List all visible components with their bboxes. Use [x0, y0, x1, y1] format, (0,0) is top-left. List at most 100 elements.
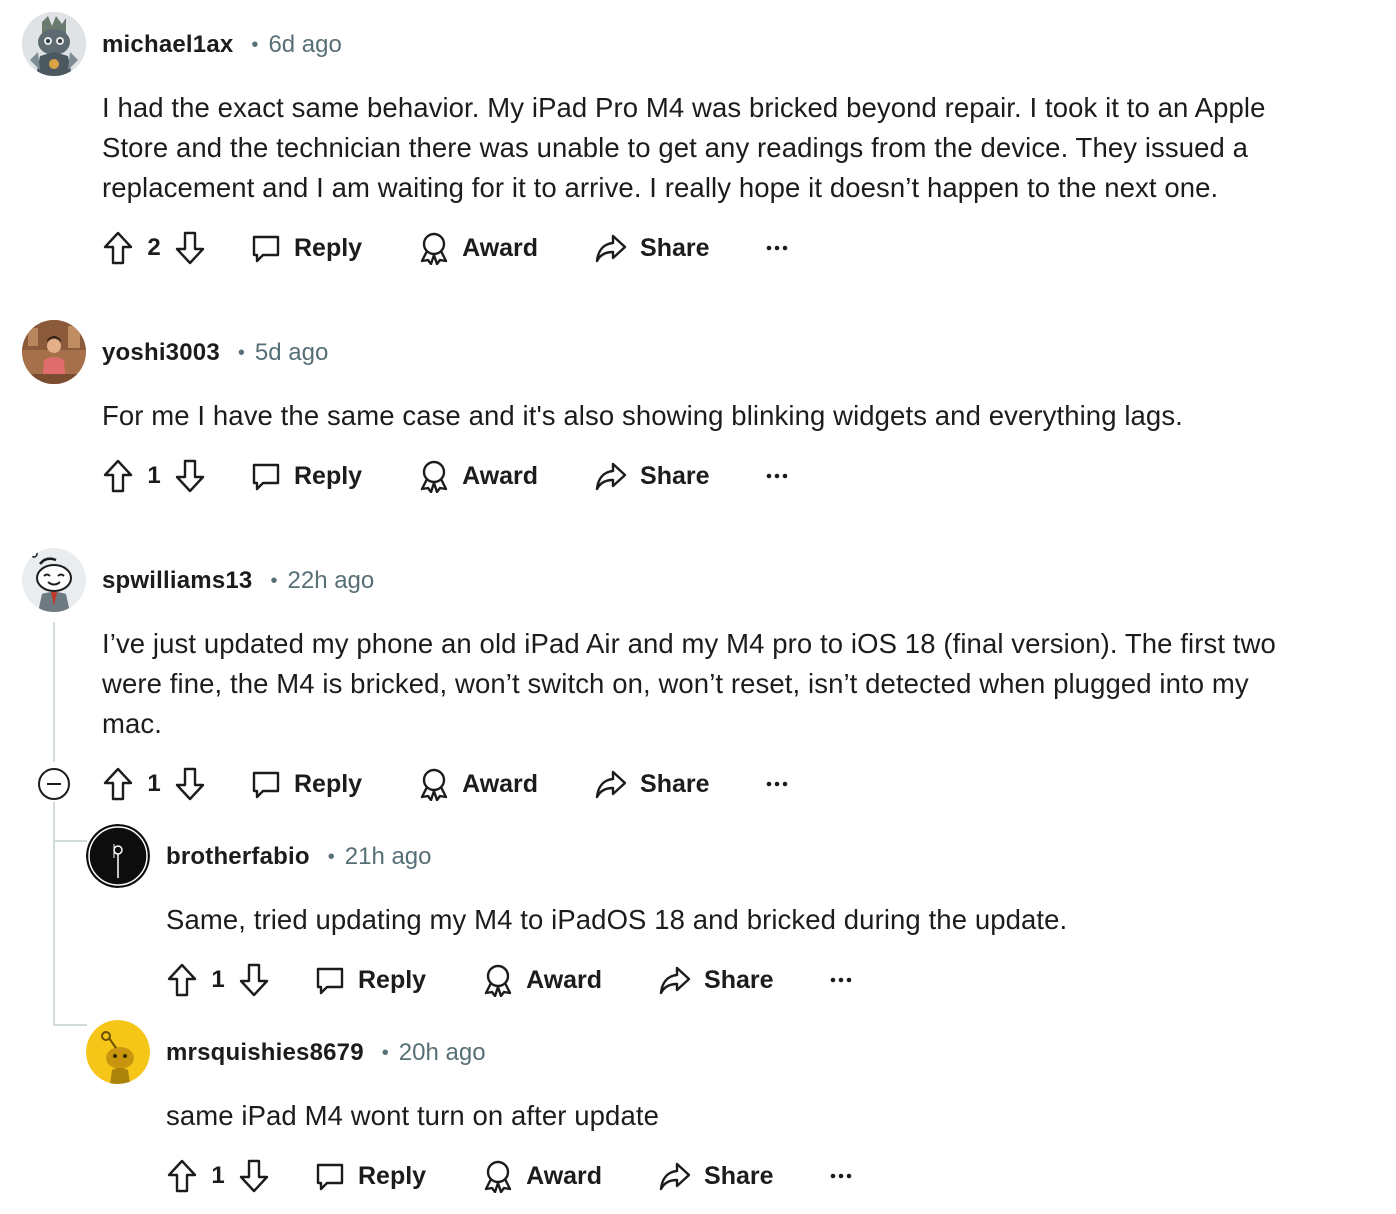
reply-label: Reply: [358, 1161, 427, 1190]
award-button[interactable]: Award: [482, 1159, 602, 1193]
upvote-icon[interactable]: [102, 766, 134, 802]
separator-dot: •: [381, 1041, 389, 1064]
minus-icon: [47, 783, 61, 785]
ellipsis-icon: [766, 244, 788, 252]
upvote-icon[interactable]: [166, 962, 198, 998]
share-label: Share: [704, 965, 774, 994]
share-button[interactable]: Share: [658, 1160, 774, 1192]
comment-meta: brotherfabio • 21h ago: [166, 842, 432, 872]
comment-line: I had the exact same behavior. My iPad P…: [102, 92, 1266, 123]
photo-avatar-icon[interactable]: [22, 320, 86, 384]
reply-button[interactable]: Reply: [250, 768, 362, 800]
reply-label: Reply: [294, 769, 363, 798]
comment-actions: 1 Reply Award Share: [102, 762, 788, 806]
username[interactable]: brotherfabio: [166, 843, 310, 871]
username[interactable]: yoshi3003: [102, 339, 220, 367]
thread-branch: [53, 840, 87, 842]
vote-group: 1: [102, 766, 206, 802]
share-button[interactable]: Share: [594, 232, 710, 264]
comment-line: I’ve just updated my phone an old iPad A…: [102, 628, 1276, 659]
comment-actions: 2 Reply Award Share: [102, 226, 788, 270]
comment-meta: spwilliams13 • 22h ago: [102, 566, 374, 596]
separator-dot: •: [251, 33, 259, 56]
comment-line: same iPad M4 wont turn on after update: [166, 1100, 659, 1131]
comment-line: Same, tried updating my M4 to iPadOS 18 …: [166, 904, 1068, 935]
timestamp[interactable]: 22h ago: [288, 567, 375, 595]
award-icon: [482, 1159, 514, 1193]
downvote-icon[interactable]: [174, 766, 206, 802]
downvote-icon[interactable]: [238, 962, 270, 998]
comment-body: Same, tried updating my M4 to iPadOS 18 …: [166, 900, 1067, 940]
upvote-icon[interactable]: [166, 1158, 198, 1194]
share-arrow-icon: [594, 232, 628, 264]
share-button[interactable]: Share: [658, 964, 774, 996]
comment-bubble-icon: [250, 460, 282, 492]
separator-dot: •: [270, 569, 278, 592]
more-options-button[interactable]: [830, 976, 852, 984]
award-label: Award: [462, 769, 539, 798]
robot-avatar-icon[interactable]: [22, 12, 86, 76]
comment-meta: yoshi3003 • 5d ago: [102, 338, 328, 368]
more-options-button[interactable]: [830, 1172, 852, 1180]
award-icon: [418, 231, 450, 265]
comment-bubble-icon: [250, 232, 282, 264]
username[interactable]: michael1ax: [102, 31, 233, 59]
award-button[interactable]: Award: [418, 459, 538, 493]
downvote-icon[interactable]: [238, 1158, 270, 1194]
upvote-icon[interactable]: [102, 230, 134, 266]
award-icon: [418, 459, 450, 493]
comment-line: replacement and I am waiting for it to a…: [102, 172, 1219, 203]
dark-logo-avatar-icon[interactable]: [86, 824, 150, 888]
share-button[interactable]: Share: [594, 768, 710, 800]
separator-dot: •: [327, 845, 335, 868]
downvote-icon[interactable]: [174, 458, 206, 494]
timestamp[interactable]: 20h ago: [399, 1039, 486, 1067]
ellipsis-icon: [766, 472, 788, 480]
reply-button[interactable]: Reply: [314, 1160, 426, 1192]
award-button[interactable]: Award: [418, 231, 538, 265]
award-label: Award: [462, 233, 539, 262]
comment-line: Store and the technician there was unabl…: [102, 132, 1249, 163]
comment-bubble-icon: [250, 768, 282, 800]
snoo-avatar-icon[interactable]: [22, 548, 86, 612]
vote-score: 1: [211, 1162, 225, 1189]
thread-branch: [53, 1024, 87, 1026]
share-label: Share: [640, 769, 710, 798]
reply-button[interactable]: Reply: [250, 232, 362, 264]
more-options-button[interactable]: [766, 780, 788, 788]
yellow-snoo-avatar-icon[interactable]: [86, 1020, 150, 1084]
vote-group: 2: [102, 230, 206, 266]
comment-line: mac.: [102, 708, 162, 739]
share-label: Share: [640, 233, 710, 262]
vote-group: 1: [166, 962, 270, 998]
award-button[interactable]: Award: [482, 963, 602, 997]
username[interactable]: mrsquishies8679: [166, 1039, 364, 1067]
share-button[interactable]: Share: [594, 460, 710, 492]
reply-button[interactable]: Reply: [314, 964, 426, 996]
comment-body: I’ve just updated my phone an old iPad A…: [102, 624, 1276, 744]
award-label: Award: [526, 965, 603, 994]
downvote-icon[interactable]: [174, 230, 206, 266]
collapse-thread-button[interactable]: [38, 768, 70, 800]
more-options-button[interactable]: [766, 472, 788, 480]
timestamp[interactable]: 6d ago: [268, 31, 341, 59]
vote-score: 2: [147, 234, 161, 261]
award-button[interactable]: Award: [418, 767, 538, 801]
timestamp[interactable]: 21h ago: [345, 843, 432, 871]
ellipsis-icon: [830, 1172, 852, 1180]
vote-score: 1: [147, 462, 161, 489]
ellipsis-icon: [830, 976, 852, 984]
comment-bubble-icon: [314, 1160, 346, 1192]
more-options-button[interactable]: [766, 244, 788, 252]
vote-score: 1: [147, 770, 161, 797]
reply-label: Reply: [294, 461, 363, 490]
reply-label: Reply: [358, 965, 427, 994]
vote-group: 1: [166, 1158, 270, 1194]
username[interactable]: spwilliams13: [102, 567, 252, 595]
timestamp[interactable]: 5d ago: [255, 339, 328, 367]
comment-meta: mrsquishies8679 • 20h ago: [166, 1038, 486, 1068]
reply-button[interactable]: Reply: [250, 460, 362, 492]
upvote-icon[interactable]: [102, 458, 134, 494]
share-label: Share: [704, 1161, 774, 1190]
comment-body: I had the exact same behavior. My iPad P…: [102, 88, 1266, 208]
